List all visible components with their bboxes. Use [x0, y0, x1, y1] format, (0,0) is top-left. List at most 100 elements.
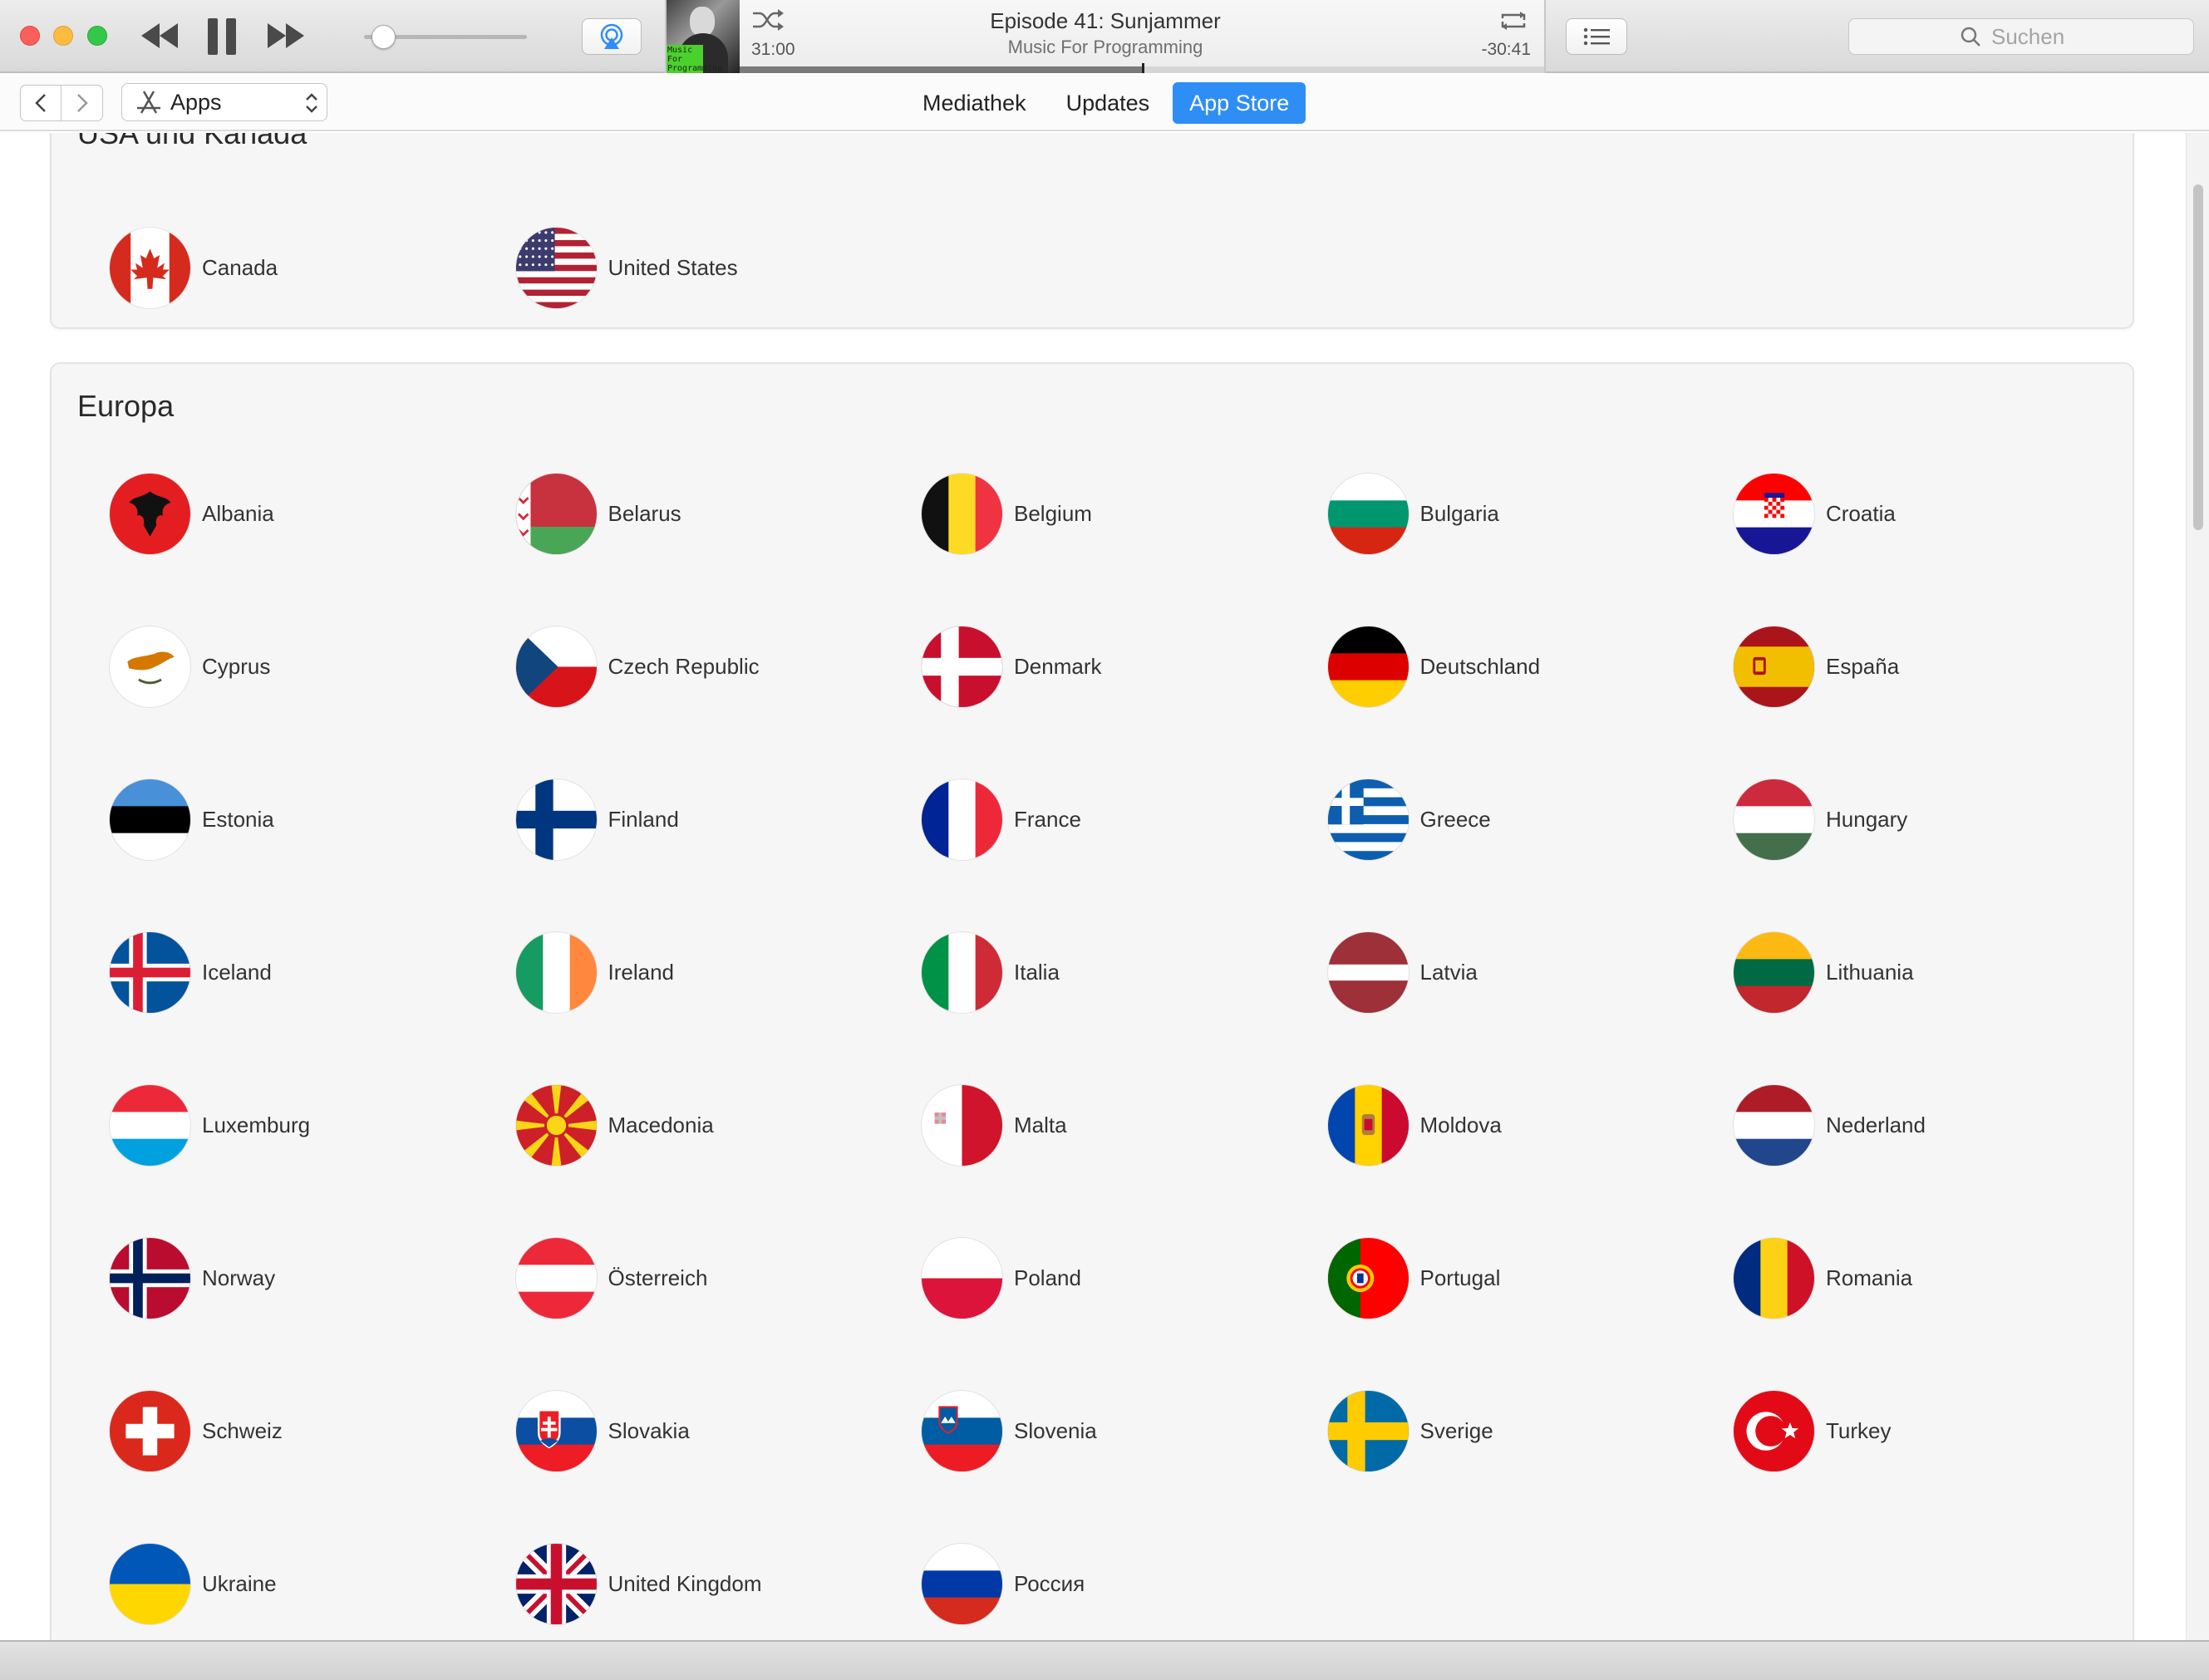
country-item[interactable]: Belarus — [515, 472, 681, 555]
country-item[interactable]: Poland — [922, 1236, 1081, 1319]
country-name: España — [1826, 653, 1900, 679]
flag-icon — [922, 1543, 1002, 1624]
country-item[interactable]: Schweiz — [110, 1389, 283, 1472]
country-item[interactable]: Moldova — [1327, 1083, 1502, 1167]
zoom-window-button[interactable] — [87, 26, 107, 46]
remaining-time: -30:41 — [1481, 40, 1531, 59]
country-item[interactable]: Cyprus — [110, 625, 270, 708]
flag-icon — [515, 1390, 597, 1471]
vertical-scrollbar[interactable] — [2186, 133, 2209, 1640]
country-item[interactable]: Norway — [110, 1236, 275, 1319]
country-item[interactable]: Lithuania — [1734, 931, 1914, 1014]
country-item[interactable]: Ireland — [515, 931, 674, 1014]
country-name: Iceland — [202, 959, 272, 985]
search-field[interactable] — [1848, 18, 2194, 55]
country-item[interactable]: Nederland — [1734, 1083, 1926, 1167]
country-name: Slovenia — [1014, 1417, 1097, 1443]
country-name: Estonia — [202, 806, 274, 832]
search-input[interactable] — [1991, 23, 2083, 50]
flag-icon — [1327, 473, 1409, 554]
country-name: Latvia — [1419, 959, 1478, 985]
flag-icon — [1327, 931, 1409, 1013]
country-item[interactable]: Macedonia — [515, 1083, 714, 1167]
flag-icon — [515, 1084, 597, 1166]
country-item[interactable]: Turkey — [1734, 1389, 1892, 1472]
country-item[interactable]: Estonia — [110, 778, 274, 861]
country-item[interactable]: Albania — [110, 472, 274, 555]
close-window-button[interactable] — [20, 26, 40, 46]
country-item[interactable]: Deutschland — [1327, 625, 1540, 708]
flag-icon — [1734, 473, 1814, 554]
country-name: Ukraine — [202, 1570, 277, 1596]
scrollbar-thumb[interactable] — [2193, 184, 2203, 530]
flag-icon — [1327, 1390, 1409, 1471]
back-button[interactable] — [20, 85, 61, 121]
flag-icon — [922, 1237, 1002, 1319]
flag-icon — [922, 626, 1002, 707]
status-bar — [0, 1640, 2209, 1680]
country-name: Belgium — [1014, 500, 1092, 526]
country-name: Denmark — [1014, 653, 1102, 679]
country-item[interactable]: Latvia — [1327, 931, 1478, 1014]
flag-icon — [515, 626, 597, 707]
country-item[interactable]: Hungary — [1734, 778, 1907, 861]
country-item[interactable]: Österreich — [515, 1236, 708, 1319]
volume-knob[interactable] — [371, 25, 396, 49]
tab-mediathek[interactable]: Mediathek — [906, 82, 1043, 124]
country-name: Malta — [1014, 1112, 1067, 1137]
volume-slider[interactable] — [364, 25, 530, 49]
repeat-icon[interactable] — [1498, 8, 1529, 37]
country-item[interactable]: Portugal — [1327, 1236, 1500, 1319]
country-item[interactable]: United States — [515, 226, 738, 309]
flag-icon — [1327, 1237, 1409, 1319]
flag-icon — [515, 473, 597, 554]
country-item[interactable]: España — [1734, 625, 1899, 708]
fast-forward-icon[interactable] — [268, 23, 304, 48]
country-name: Belarus — [608, 500, 681, 526]
pause-icon[interactable] — [208, 18, 236, 55]
country-item[interactable]: Россия — [922, 1542, 1085, 1625]
country-item[interactable]: Slovenia — [922, 1389, 1097, 1472]
country-item[interactable]: Croatia — [1734, 472, 1896, 555]
player-toolbar: Music For Programming 31:00 Episode 41: … — [0, 0, 2209, 73]
country-item[interactable]: Denmark — [922, 625, 1101, 708]
country-item[interactable]: Sverige — [1327, 1389, 1493, 1472]
flag-icon — [922, 779, 1002, 860]
tab-updates[interactable]: Updates — [1050, 82, 1167, 124]
forward-button[interactable] — [61, 85, 103, 121]
country-item[interactable]: Malta — [922, 1083, 1067, 1167]
flag-icon — [110, 1237, 190, 1319]
country-item[interactable]: Luxemburg — [110, 1083, 310, 1167]
country-item[interactable]: Ukraine — [110, 1542, 277, 1625]
media-kind-label: Apps — [170, 89, 222, 115]
country-name: United Kingdom — [608, 1570, 762, 1596]
country-item[interactable]: Belgium — [922, 472, 1092, 555]
country-item[interactable]: Canada — [110, 226, 278, 309]
country-item[interactable]: United Kingdom — [515, 1542, 762, 1625]
airplay-button[interactable] — [582, 18, 642, 55]
country-item[interactable]: France — [922, 778, 1081, 861]
country-item[interactable]: Greece — [1327, 778, 1491, 861]
country-name: Turkey — [1826, 1417, 1892, 1443]
flag-icon — [922, 473, 1002, 554]
flag-icon — [110, 1084, 190, 1166]
playback-progress[interactable] — [740, 63, 1544, 73]
country-item[interactable]: Slovakia — [515, 1389, 690, 1472]
minimize-window-button[interactable] — [53, 26, 73, 46]
country-item[interactable]: Iceland — [110, 931, 272, 1014]
region-card-usa-kanada: USA und Kanada Canada United States — [50, 133, 2134, 329]
country-name: Österreich — [608, 1265, 708, 1290]
country-item[interactable]: Bulgaria — [1327, 472, 1499, 555]
country-item[interactable]: Romania — [1734, 1236, 1912, 1319]
country-item[interactable]: Czech Republic — [515, 625, 760, 708]
media-kind-select[interactable]: Apps — [121, 83, 327, 121]
country-name: United States — [608, 254, 738, 280]
up-next-button[interactable] — [1566, 18, 1627, 55]
flag-icon — [515, 1543, 597, 1624]
country-name: Lithuania — [1826, 959, 1914, 985]
country-item[interactable]: Italia — [922, 931, 1060, 1014]
country-item[interactable]: Finland — [515, 778, 679, 861]
tab-app-store[interactable]: App Store — [1173, 82, 1306, 124]
flag-icon — [922, 931, 1002, 1013]
rewind-icon[interactable] — [141, 23, 178, 48]
